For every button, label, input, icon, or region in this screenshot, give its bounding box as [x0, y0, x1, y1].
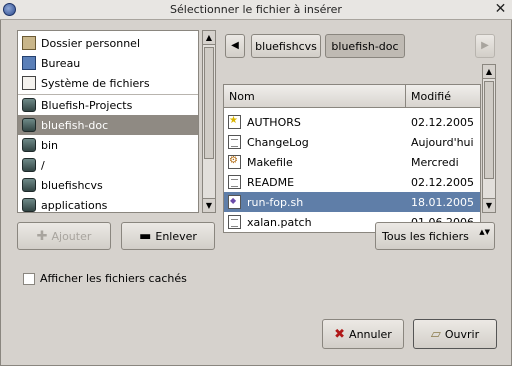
cancel-button[interactable]: ✖ Annuler [322, 319, 404, 349]
text-file-icon [228, 135, 241, 149]
text-file-icon [228, 175, 241, 189]
show-hidden-label: Afficher les fichiers cachés [40, 272, 187, 285]
places-item-applications[interactable]: applications [18, 195, 198, 212]
place-label: Bluefish-Projects [41, 98, 133, 112]
cancel-x-icon: ✖ [334, 326, 346, 342]
file-name: README [247, 175, 295, 189]
scroll-thumb[interactable] [204, 47, 214, 159]
scroll-up-arrow-icon[interactable]: ▲ [203, 31, 215, 45]
scroll-down-arrow-icon[interactable]: ▼ [483, 198, 495, 212]
folder-icon [22, 158, 36, 172]
title-bar: Sélectionner le fichier à insérer ✕ [0, 0, 512, 20]
place-label: Dossier personnel [41, 36, 141, 50]
place-label: Système de fichiers [41, 76, 150, 90]
file-row[interactable]: ChangeLog Aujourd'hui [224, 132, 480, 152]
places-item-bin[interactable]: bin [18, 135, 198, 155]
column-header-modified[interactable]: Modifié [406, 85, 480, 108]
places-item-bluefish-doc[interactable]: bluefish-doc [18, 115, 198, 135]
checkbox-box[interactable] [23, 272, 35, 285]
path-forward-icon[interactable]: ▶ [475, 34, 495, 58]
file-filter-select[interactable]: Tous les fichiers ▲▼ [375, 222, 495, 250]
updown-arrows-icon: ▲▼ [479, 228, 490, 236]
window-title: Sélectionner le fichier à insérer [170, 3, 342, 16]
remove-bookmark-button[interactable]: ▬ Enlever [121, 222, 215, 250]
open-label: Ouvrir [444, 327, 480, 341]
scroll-thumb[interactable] [484, 81, 494, 179]
makefile-icon [228, 155, 241, 169]
file-modified: Aujourd'hui [411, 135, 474, 149]
home-folder-icon [22, 36, 36, 50]
places-item-desktop[interactable]: Bureau [18, 53, 198, 73]
file-row[interactable]: AUTHORS 02.12.2005 [224, 112, 480, 132]
file-name: AUTHORS [247, 115, 301, 129]
file-row[interactable]: Makefile Mercredi [224, 152, 480, 172]
filter-value: Tous les fichiers [382, 229, 469, 243]
file-row-selected[interactable]: run-fop.sh 18.01.2005 [224, 192, 480, 212]
remove-label: Enlever [155, 229, 197, 243]
star-file-icon [228, 115, 241, 129]
file-name: xalan.patch [247, 215, 312, 229]
minus-icon: ▬ [139, 228, 152, 244]
column-name-label: Nom [229, 89, 255, 103]
places-scrollbar[interactable]: ▲ ▼ [202, 30, 216, 213]
add-bookmark-button[interactable]: ✚ Ajouter [17, 222, 111, 250]
places-list: Dossier personnel Bureau Système de fich… [17, 30, 199, 213]
script-file-icon [228, 195, 241, 209]
file-modified: 02.12.2005 [411, 115, 474, 129]
file-chooser-dialog: Dossier personnel Bureau Système de fich… [0, 20, 512, 366]
column-header-name[interactable]: Nom [224, 85, 406, 108]
desktop-icon [22, 56, 36, 70]
file-modified: 02.12.2005 [411, 175, 474, 189]
file-name: ChangeLog [247, 135, 309, 149]
place-label: applications [41, 198, 108, 212]
app-menu-icon[interactable] [3, 3, 16, 16]
place-label: bluefish-doc [41, 118, 109, 132]
column-modified-label: Modifié [411, 89, 451, 103]
folder-icon [22, 98, 36, 112]
file-modified: Mercredi [411, 155, 459, 169]
scroll-down-arrow-icon[interactable]: ▼ [203, 198, 215, 212]
file-name: run-fop.sh [247, 195, 304, 209]
filesystem-icon [22, 76, 36, 90]
path-back-icon[interactable]: ◀ [225, 34, 245, 58]
place-label: bin [41, 138, 59, 152]
show-hidden-checkbox[interactable]: Afficher les fichiers cachés [23, 272, 187, 285]
places-item-root[interactable]: / [18, 155, 198, 175]
close-icon[interactable]: ✕ [493, 2, 508, 17]
open-button[interactable]: ▱ Ouvrir [413, 319, 497, 349]
places-item-bluefishcvs[interactable]: bluefishcvs [18, 175, 198, 195]
plus-icon: ✚ [36, 228, 48, 244]
add-label: Ajouter [51, 229, 92, 243]
folder-icon [22, 198, 36, 212]
places-item-home[interactable]: Dossier personnel [18, 33, 198, 53]
path-segment-bluefish-doc[interactable]: bluefish-doc [325, 34, 405, 58]
place-label: Bureau [41, 56, 81, 70]
places-item-bluefish-projects[interactable]: Bluefish-Projects [18, 95, 198, 115]
file-modified: 18.01.2005 [411, 195, 474, 209]
cancel-label: Annuler [349, 327, 392, 341]
file-list: Nom Modifié AUTHORS 02.12.2005 ChangeLog… [223, 84, 481, 233]
place-label: / [41, 158, 45, 172]
folder-open-icon: ▱ [430, 326, 441, 342]
scroll-up-arrow-icon[interactable]: ▲ [483, 65, 495, 79]
place-label: bluefishcvs [41, 178, 103, 192]
folder-icon [22, 138, 36, 152]
path-segment-bluefishcvs[interactable]: bluefishcvs [251, 34, 321, 58]
folder-icon [22, 178, 36, 192]
file-row[interactable]: README 02.12.2005 [224, 172, 480, 192]
file-list-scrollbar[interactable]: ▲ ▼ [482, 64, 496, 213]
places-item-filesystem[interactable]: Système de fichiers [18, 73, 198, 93]
file-name: Makefile [247, 155, 293, 169]
folder-icon [22, 118, 36, 132]
text-file-icon [228, 215, 241, 229]
